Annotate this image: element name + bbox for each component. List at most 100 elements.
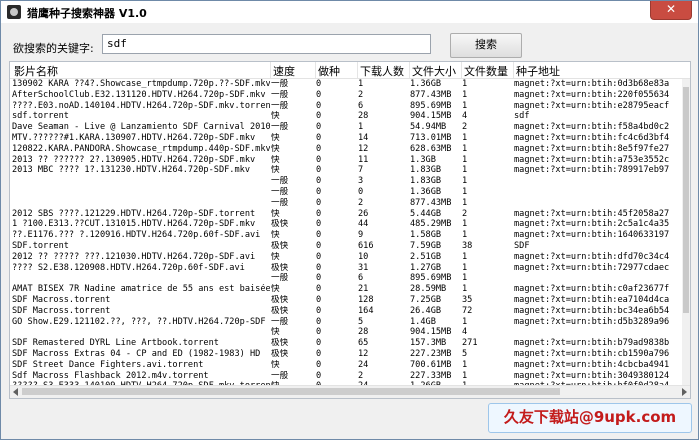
- cell-magnet: magnet:?xt=urn:btih:72977cdaec: [514, 262, 670, 273]
- cell-size: 1.4GB: [410, 316, 436, 327]
- table-row[interactable]: SDF.torrent 极快 0 616 7.59GB 38 SDF: [10, 241, 682, 252]
- cell-speed: 快: [271, 327, 280, 338]
- cell-size: 1.58GB: [410, 230, 442, 241]
- table-row[interactable]: SDF Macross.torrent 极快 0 128 7.25GB 35 magnet:…: [10, 295, 682, 306]
- table-row[interactable]: SDF Macross Extras 04 - CP and ED (1982-…: [10, 349, 682, 360]
- cell-speed: 极快: [271, 294, 289, 305]
- cell-seed: 0: [316, 132, 322, 143]
- table-row[interactable]: AfterSchoolClub.E32.131120.HDTV.H264.720…: [10, 90, 682, 101]
- cell-size: 485.29MB: [410, 219, 452, 230]
- table-row[interactable]: 1 ?100.E313.??CUT.131015.HDTV.H264.720p-…: [10, 219, 682, 230]
- cell-speed: 极快: [271, 338, 289, 349]
- cell-file-count: 1: [462, 262, 468, 273]
- cell-name: Dave Seaman - Live @ Lanzamiento SDF Car…: [12, 122, 270, 133]
- cell-downloaders: 128: [358, 294, 374, 305]
- cell-magnet: magnet:?xt=urn:btih:d5b3289a96: [514, 316, 670, 327]
- table-row[interactable]: 快 0 28 904.15MB 4: [10, 327, 682, 338]
- cell-downloaders: 1: [358, 79, 364, 89]
- column-header-downloaders[interactable]: 下载人数: [360, 63, 408, 79]
- cell-downloaders: 164: [358, 305, 374, 316]
- cell-size: 54.94MB: [410, 122, 447, 133]
- search-input[interactable]: sdf: [102, 34, 431, 54]
- table-row[interactable]: ????.E03.noAD.140104.HDTV.H264.720p-SDF.…: [10, 101, 682, 112]
- cell-file-count: 1: [462, 165, 468, 176]
- column-header-magnet[interactable]: 种子地址: [516, 63, 676, 79]
- table-row[interactable]: 一般 0 2 877.43MB 1: [10, 198, 682, 209]
- column-header-speed[interactable]: 速度: [273, 63, 315, 79]
- column-header-file-count[interactable]: 文件数量: [464, 63, 512, 79]
- main-window: 猎鹰种子搜索神器 V1.0 ✕ 欲搜索的关键字: sdf 搜索 影片名称 速度 …: [0, 0, 699, 440]
- table-row[interactable]: SDF Remastered DYRL Line Artbook.torrent…: [10, 338, 682, 349]
- table-row[interactable]: 一般 0 3 1.83GB 1: [10, 176, 682, 187]
- table-row[interactable]: 2013 MBC ???? 1?.131230.HDTV.H264.720p-S…: [10, 165, 682, 176]
- cell-size: 895.69MB: [410, 100, 452, 111]
- cell-speed: 极快: [271, 240, 289, 251]
- scroll-left-arrow-icon[interactable]: [13, 388, 18, 396]
- scroll-right-arrow-icon[interactable]: [682, 388, 687, 396]
- table-row[interactable]: MTV.??????#1.KARA.130907.HDTV.H264.720p-…: [10, 133, 682, 144]
- cell-downloaders: 31: [358, 262, 369, 273]
- cell-file-count: 1: [462, 132, 468, 143]
- cell-seed: 0: [316, 262, 322, 273]
- cell-downloaders: 26: [358, 208, 369, 219]
- table-row[interactable]: AMAT BISEX 7R Nadine amatrice de 55 ans …: [10, 284, 682, 295]
- cell-file-count: 2: [462, 122, 468, 133]
- cell-file-count: 35: [462, 294, 473, 305]
- table-row[interactable]: 一般 0 0 1.36GB 1: [10, 187, 682, 198]
- table-row[interactable]: 一般 0 6 895.69MB 1: [10, 273, 682, 284]
- search-button[interactable]: 搜索: [450, 33, 522, 58]
- table-row[interactable]: ??.E1176.??? ?.120916.HDTV.H264.720p.60f…: [10, 230, 682, 241]
- cell-downloaders: 11: [358, 154, 369, 165]
- cell-downloaders: 6: [358, 100, 364, 111]
- table-row[interactable]: Dave Seaman - Live @ Lanzamiento SDF Car…: [10, 122, 682, 133]
- cell-speed: 快: [271, 284, 280, 295]
- cell-speed: 快: [271, 165, 280, 176]
- vertical-scrollbar[interactable]: [682, 79, 690, 385]
- cell-size: 700.61MB: [410, 359, 452, 370]
- cell-name: SDF Macross Extras 04 - CP and ED (1982-…: [12, 348, 261, 359]
- cell-file-count: 1: [462, 370, 468, 381]
- cell-name: MTV.??????#1.KARA.130907.HDTV.H264.720p-…: [12, 132, 256, 143]
- cell-file-count: 1: [462, 154, 468, 165]
- cell-file-count: 1: [462, 359, 468, 370]
- table-row[interactable]: 120822.KARA.PANDORA.Showcase_rtmpdump.44…: [10, 144, 682, 155]
- table-row[interactable]: GO Show.E29.121102.??, ???, ??.HDTV.H264…: [10, 317, 682, 328]
- cell-size: 1.83GB: [410, 165, 442, 176]
- table-row[interactable]: 2012 SBS ????.121229.HDTV.H264.720p-SDF.…: [10, 209, 682, 220]
- column-header-seed[interactable]: 做种: [318, 63, 356, 79]
- results-list[interactable]: 影片名称 速度 做种 下载人数 文件大小 文件数量 种子地址 130902 KA…: [9, 61, 691, 399]
- close-button[interactable]: ✕: [650, 1, 692, 20]
- cell-magnet: magnet:?xt=urn:btih:45f2058a27: [514, 208, 670, 219]
- cell-downloaders: 28: [358, 111, 369, 122]
- cell-file-count: 5: [462, 348, 468, 359]
- table-row[interactable]: Sdf Macross Flashback 2012.m4v.torrent 一般…: [10, 371, 682, 382]
- horizontal-scroll-thumb[interactable]: [22, 388, 560, 395]
- table-row[interactable]: sdf.torrent 快 0 28 904.15MB 4 sdf: [10, 111, 682, 122]
- cell-name: 2013 ?? ?????? 2?.130905.HDTV.H264.720p-…: [12, 154, 256, 165]
- table-row[interactable]: 2013 ?? ?????? 2?.130905.HDTV.H264.720p-…: [10, 155, 682, 166]
- cell-file-count: 4: [462, 111, 468, 122]
- cell-file-count: 72: [462, 305, 473, 316]
- column-header-size[interactable]: 文件大小: [412, 63, 460, 79]
- cell-magnet: magnet:?xt=urn:btih:4cbcba4941: [514, 359, 670, 370]
- table-row[interactable]: 2012 ?? ????? ???.121030.HDTV.H264.720p-…: [10, 252, 682, 263]
- vertical-scroll-thumb[interactable]: [683, 87, 689, 313]
- cell-speed: 极快: [271, 262, 289, 273]
- cell-size: 895.69MB: [410, 273, 452, 284]
- cell-magnet: magnet:?xt=urn:btih:a753e3552c: [514, 154, 670, 165]
- table-row[interactable]: ???? S2.E38.120908.HDTV.H264.720p.60f-SD…: [10, 263, 682, 274]
- window-title: 猎鹰种子搜索神器 V1.0: [27, 7, 147, 20]
- cell-magnet: magnet:?xt=urn:btih:ea7104d4ca: [514, 294, 670, 305]
- table-row[interactable]: 130902 KARA ??4?.Showcase_rtmpdump.720p.…: [10, 79, 682, 90]
- cell-downloaders: 5: [358, 316, 364, 327]
- table-row[interactable]: SDF Macross.torrent 极快 0 164 26.4GB 72 magnet:…: [10, 306, 682, 317]
- cell-seed: 0: [316, 348, 322, 359]
- table-row[interactable]: SDF Street Dance Fighters.avi.torrent 快 0 2…: [10, 360, 682, 371]
- site-watermark: 久友下载站@9upk.com: [488, 403, 692, 433]
- cell-file-count: 271: [462, 338, 478, 349]
- cell-size: 877.43MB: [410, 89, 452, 100]
- horizontal-scrollbar[interactable]: [10, 385, 690, 398]
- column-header-name[interactable]: 影片名称: [14, 63, 269, 79]
- cell-size: 1.36GB: [410, 79, 442, 89]
- cell-speed: 快: [271, 143, 280, 154]
